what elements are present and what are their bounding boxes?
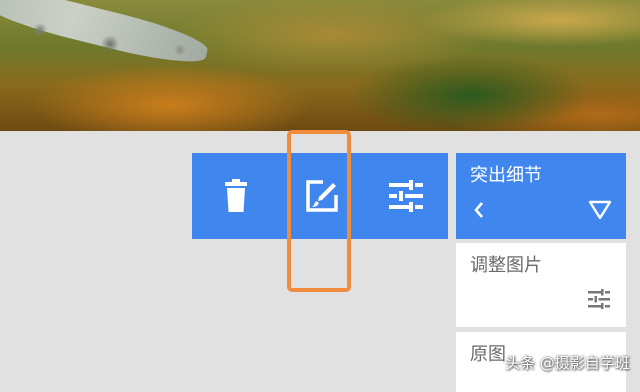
sliders-icon — [588, 289, 610, 309]
trash-icon — [225, 179, 247, 212]
panel-header: 突出细节 — [456, 153, 626, 239]
panel-title: 突出细节 — [470, 165, 542, 186]
edit-image-button[interactable] — [286, 153, 358, 239]
edit-image-icon — [306, 180, 338, 212]
adjust-image-label: 调整图片 — [470, 255, 542, 276]
editor-toolbar — [192, 153, 448, 239]
original-image-label: 原图 — [470, 344, 506, 365]
adjust-button[interactable] — [370, 153, 442, 239]
delete-button[interactable] — [200, 153, 272, 239]
triangle-down-icon — [588, 200, 612, 220]
watermark: 头条 @摄影自学班 — [505, 354, 630, 372]
photo-preview — [0, 0, 640, 131]
chevron-left-icon — [474, 202, 483, 218]
sliders-icon — [389, 180, 423, 212]
photo-rocks — [0, 0, 260, 60]
collapse-button[interactable] — [588, 199, 612, 223]
adjust-image-item[interactable]: 调整图片 — [456, 243, 626, 327]
back-button[interactable] — [466, 197, 492, 223]
